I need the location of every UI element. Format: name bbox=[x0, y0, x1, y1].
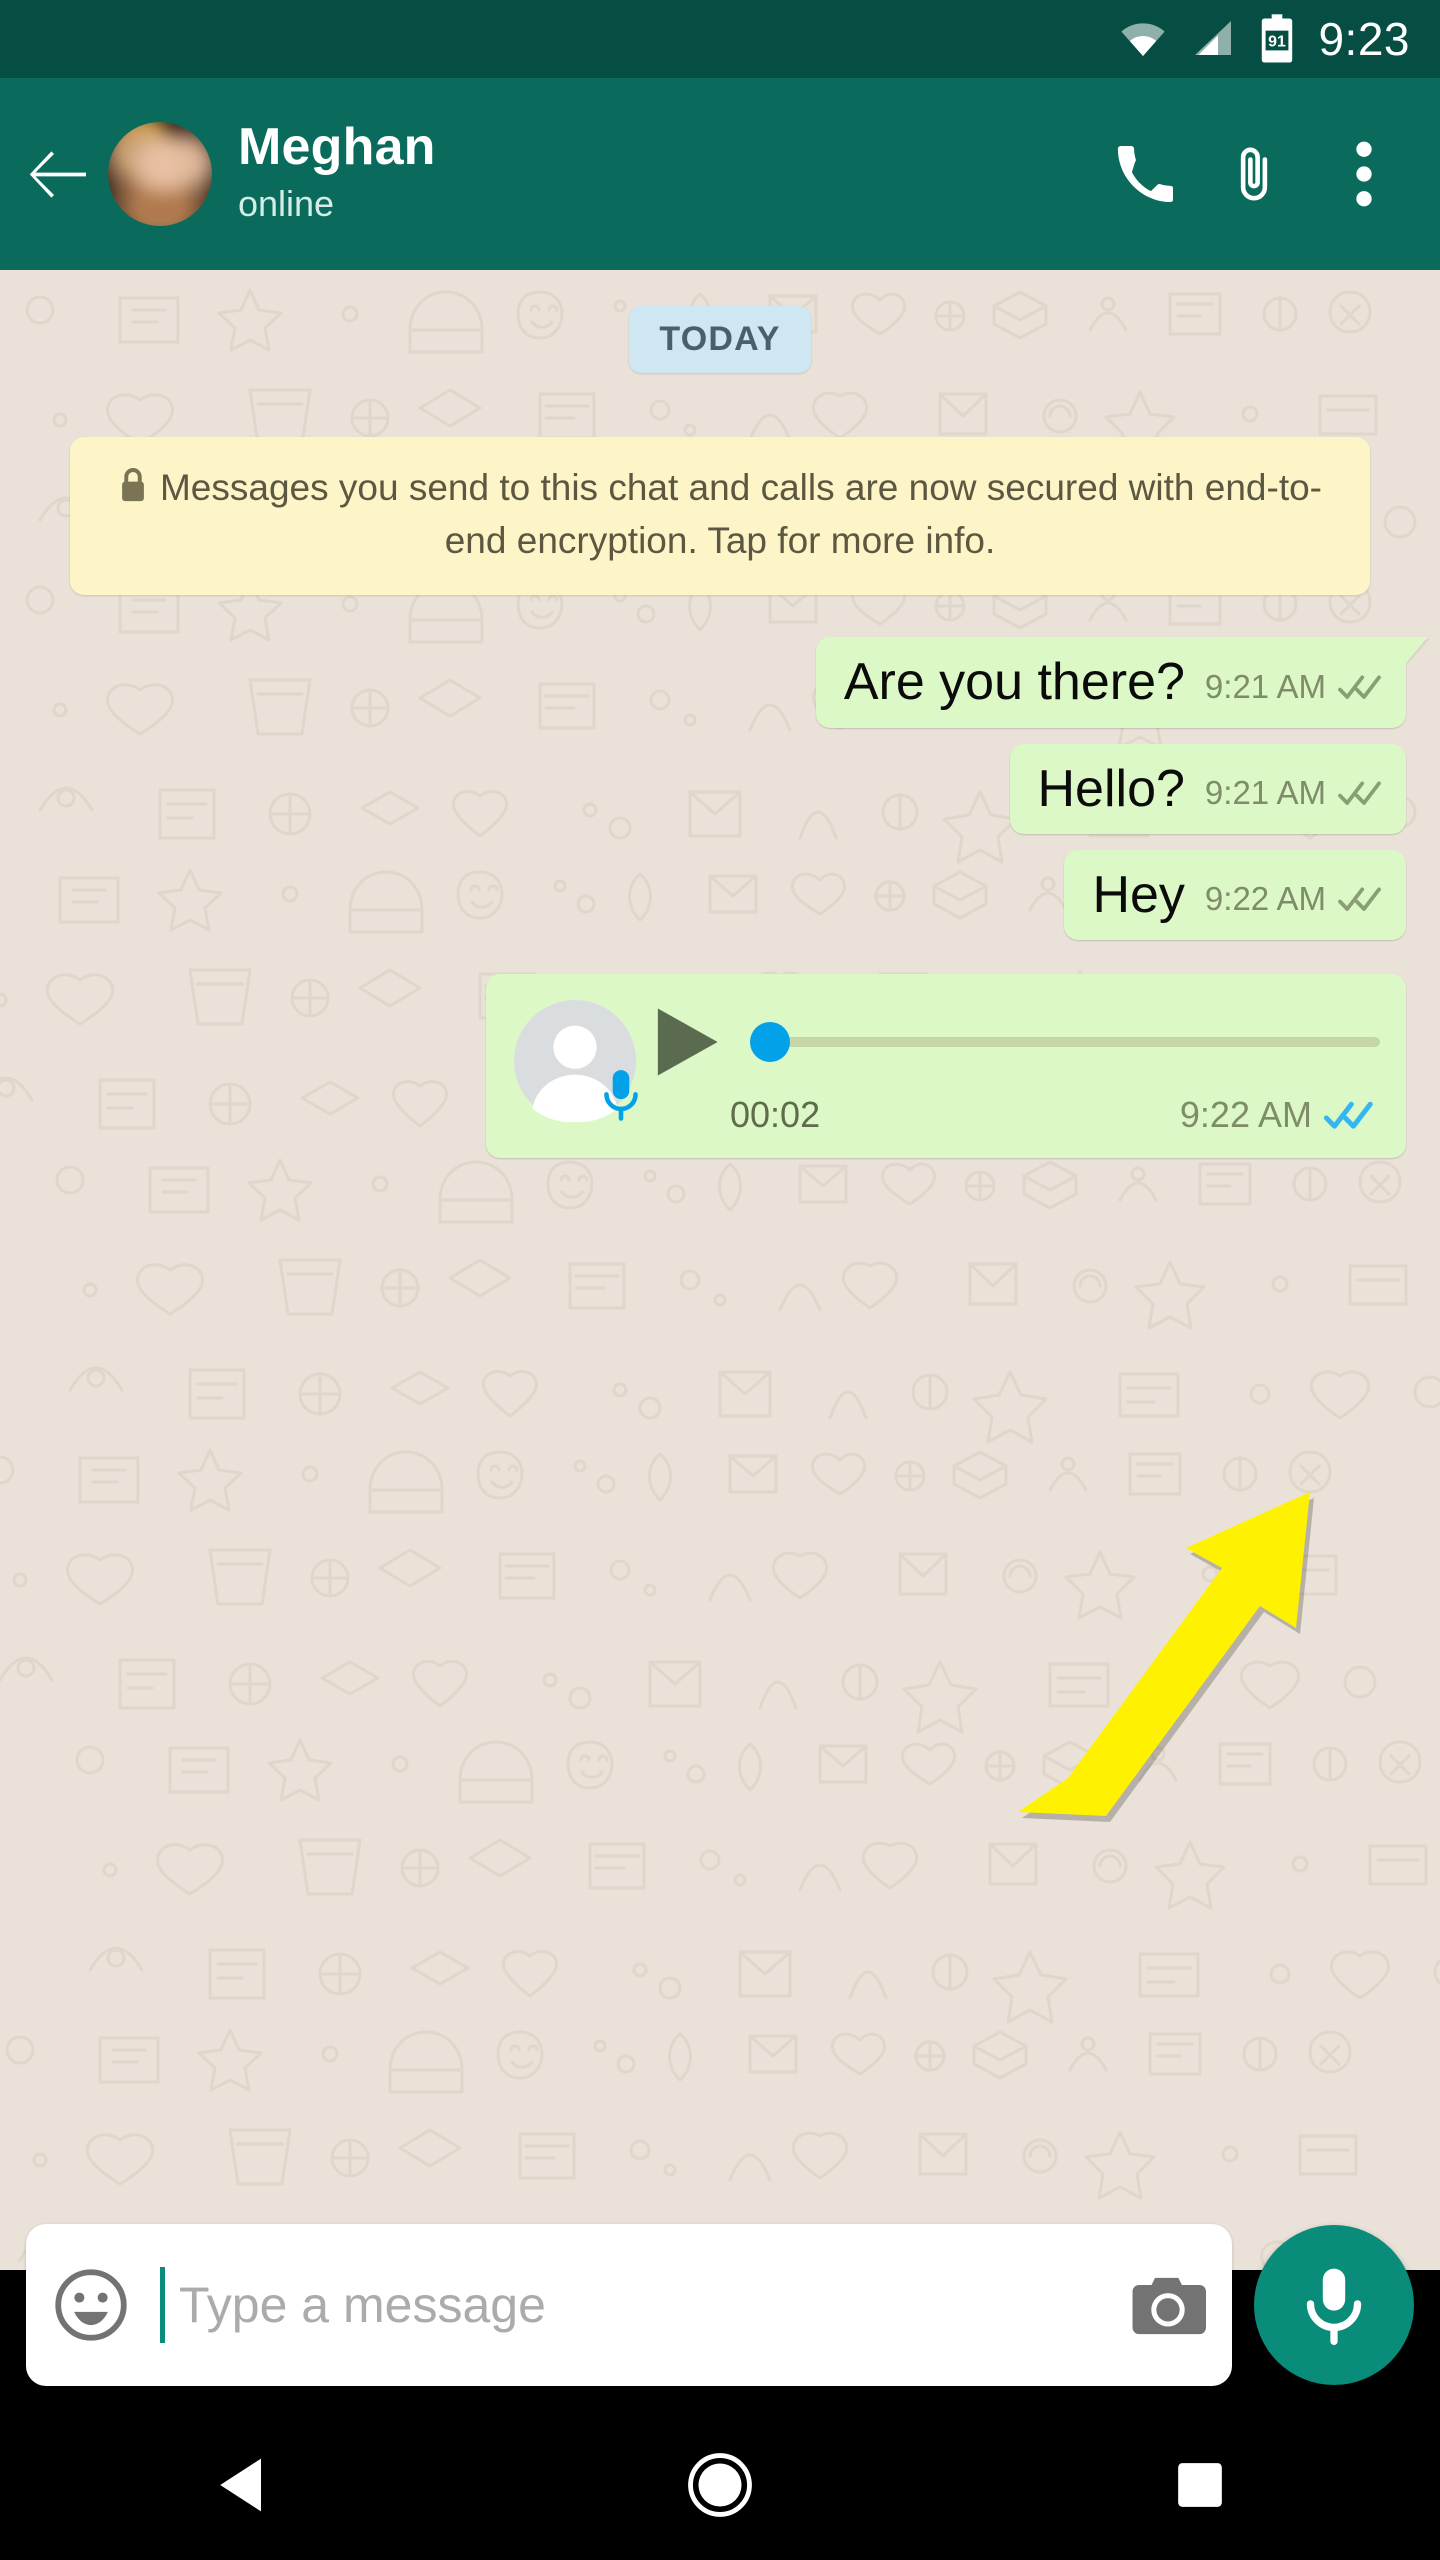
voice-record-button[interactable] bbox=[1254, 2225, 1414, 2385]
lock-icon bbox=[118, 466, 148, 516]
chat-title-block[interactable]: Meghan online bbox=[238, 120, 1096, 227]
encryption-notice-text: Messages you send to this chat and calls… bbox=[159, 467, 1322, 562]
camera-button[interactable] bbox=[1130, 2273, 1206, 2337]
cellular-signal-icon bbox=[1190, 19, 1236, 59]
nav-recents-icon bbox=[1178, 2463, 1222, 2507]
encryption-notice-row[interactable]: Messages you send to this chat and calls… bbox=[0, 437, 1440, 596]
nav-home-icon bbox=[688, 2453, 752, 2517]
message-meta: 9:22 AM bbox=[1180, 1094, 1376, 1136]
overflow-menu-button[interactable] bbox=[1316, 126, 1412, 222]
message-timestamp: 9:21 AM bbox=[1204, 667, 1326, 705]
voice-sender-avatar bbox=[512, 998, 638, 1124]
double-check-delivered-icon bbox=[1338, 675, 1381, 699]
date-divider-row: TODAY bbox=[0, 306, 1440, 373]
message-bubble-outgoing[interactable]: Hello? 9:21 AM bbox=[1009, 743, 1406, 834]
message-meta: 9:22 AM bbox=[1205, 880, 1384, 924]
nav-back-icon bbox=[220, 2458, 261, 2512]
voice-message-bubble[interactable]: 00:02 9:22 AM bbox=[486, 974, 1406, 1159]
message-text: Are you there? bbox=[843, 653, 1185, 712]
double-check-read-icon bbox=[1324, 1101, 1373, 1129]
emoji-smiley-icon bbox=[55, 2269, 127, 2341]
message-meta: 9:21 AM bbox=[1205, 668, 1384, 712]
message-row: 00:02 9:22 AM bbox=[0, 974, 1440, 1159]
battery-icon: 91 bbox=[1258, 14, 1296, 64]
app-bar: Meghan online bbox=[0, 78, 1440, 270]
voice-duration: 00:02 bbox=[730, 1094, 821, 1136]
message-bubble-outgoing[interactable]: Are you there? 9:21 AM bbox=[815, 637, 1406, 728]
message-row: Hey 9:22 AM bbox=[0, 849, 1440, 941]
message-text: Hey bbox=[1092, 865, 1185, 924]
message-timestamp: 9:22 AM bbox=[1204, 880, 1326, 918]
message-row: Are you there? 9:21 AM bbox=[0, 637, 1440, 728]
status-bar: 91 9:23 bbox=[0, 0, 1440, 78]
three-dots-icon bbox=[1356, 141, 1372, 207]
message-timestamp: 9:21 AM bbox=[1204, 773, 1326, 811]
emoji-button[interactable] bbox=[54, 2268, 128, 2342]
attach-button[interactable] bbox=[1206, 126, 1302, 222]
play-icon bbox=[657, 1008, 718, 1076]
nav-home-button[interactable] bbox=[625, 2410, 815, 2560]
text-cursor bbox=[160, 2267, 165, 2343]
voice-player-controls bbox=[652, 1004, 1380, 1080]
message-row: Hello? 9:21 AM bbox=[0, 743, 1440, 834]
date-divider: TODAY bbox=[629, 306, 811, 373]
status-bar-clock: 9:23 bbox=[1318, 13, 1410, 65]
call-button[interactable] bbox=[1096, 126, 1192, 222]
battery-level-text: 91 bbox=[1269, 33, 1287, 50]
back-button[interactable] bbox=[22, 135, 100, 213]
paperclip-icon bbox=[1240, 147, 1268, 201]
app-bar-actions bbox=[1096, 126, 1412, 222]
double-check-delivered-icon bbox=[1338, 781, 1381, 805]
play-button[interactable] bbox=[652, 1004, 722, 1080]
page-title: Meghan bbox=[238, 118, 436, 177]
encryption-notice[interactable]: Messages you send to this chat and calls… bbox=[70, 437, 1370, 596]
message-bubble-outgoing[interactable]: Hey 9:22 AM bbox=[1064, 849, 1406, 941]
double-check-delivered-icon bbox=[1338, 887, 1381, 912]
contact-presence-status: online bbox=[238, 182, 335, 224]
back-arrow-icon bbox=[29, 151, 86, 198]
microphone-badge-icon bbox=[598, 1067, 644, 1126]
message-timestamp: 9:22 AM bbox=[1179, 1094, 1312, 1136]
nav-back-button[interactable] bbox=[145, 2410, 335, 2560]
nav-recents-button[interactable] bbox=[1105, 2410, 1295, 2560]
avatar[interactable] bbox=[108, 122, 212, 226]
message-text: Hello? bbox=[1037, 759, 1185, 818]
message-meta: 9:21 AM bbox=[1205, 774, 1384, 818]
voice-player: 00:02 9:22 AM bbox=[652, 998, 1380, 1136]
message-input[interactable]: Type a message bbox=[179, 2276, 1120, 2334]
phone-icon bbox=[1117, 145, 1173, 203]
voice-seek-bar[interactable] bbox=[750, 1022, 1380, 1063]
seek-track bbox=[750, 1037, 1380, 1048]
message-input-bar: Type a message bbox=[0, 2200, 1440, 2410]
android-navigation-bar bbox=[0, 2410, 1440, 2560]
message-input-container[interactable]: Type a message bbox=[26, 2224, 1232, 2386]
voice-message-meta: 00:02 9:22 AM bbox=[652, 1094, 1380, 1136]
wifi-icon bbox=[1118, 19, 1168, 59]
whatsapp-chat-screen: 91 9:23 Meghan online TODAY Messages you… bbox=[0, 0, 1440, 2560]
microphone-icon bbox=[1306, 2268, 1362, 2346]
seek-thumb[interactable] bbox=[750, 1022, 790, 1063]
chat-message-list[interactable]: TODAY Messages you send to this chat and… bbox=[0, 270, 1440, 2270]
camera-icon bbox=[1132, 2277, 1206, 2335]
avatar-image bbox=[108, 122, 212, 226]
